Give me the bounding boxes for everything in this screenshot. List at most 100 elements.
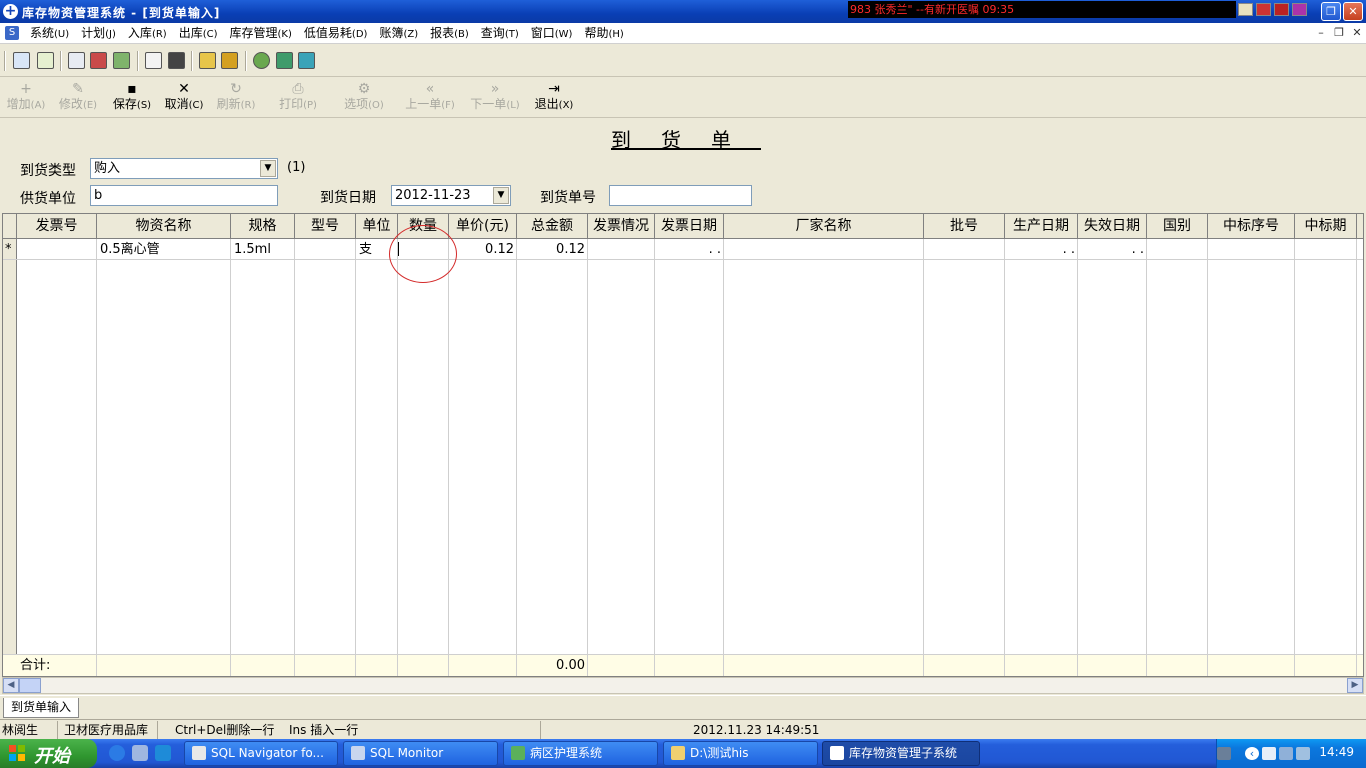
transfer-icon[interactable] (113, 52, 130, 69)
toolbar-button[interactable]: «上一单(F) (403, 81, 457, 115)
alert-icon[interactable] (1256, 3, 1271, 16)
column-header[interactable]: 失效日期 (1078, 214, 1147, 239)
table-cell[interactable] (17, 240, 97, 260)
checklist-icon[interactable] (37, 52, 54, 69)
column-header[interactable]: 中标序号 (1208, 214, 1295, 239)
column-header[interactable]: 国别 (1147, 214, 1208, 239)
toolbar-button[interactable]: ↻ 刷新(R) (214, 81, 258, 115)
report-icon[interactable] (90, 52, 107, 69)
toolbar-button[interactable]: + 增加(A) (4, 81, 48, 115)
calculator-icon[interactable] (168, 52, 185, 69)
start-button[interactable]: 开始 (0, 739, 97, 768)
scroll-left-icon[interactable]: ◀ (3, 678, 19, 693)
mdi-minimize-button[interactable]: – (1314, 27, 1328, 40)
menu-item[interactable]: 低值易耗(D) (298, 23, 374, 44)
toolbar-button[interactable]: ✕ 取消(C) (162, 81, 206, 115)
table-cell[interactable]: 0.12 (517, 240, 588, 260)
network-icon[interactable] (1279, 747, 1293, 760)
menu-item[interactable]: 入库(R) (122, 23, 173, 44)
table-cell[interactable] (295, 240, 356, 260)
table-row[interactable]: * 0.5离心管 1.5ml 支 0.12 0.12. .. .. . (3, 240, 1363, 260)
menu-item[interactable]: 账簿(Z) (373, 23, 424, 44)
grid-icon[interactable] (298, 52, 315, 69)
keyboard-icon[interactable] (1217, 747, 1231, 760)
chevron-down-icon[interactable]: ▼ (260, 160, 276, 177)
arrival-number-field[interactable] (609, 185, 752, 206)
menu-item[interactable]: 系统(U) (24, 23, 75, 44)
column-header[interactable]: 总金额 (517, 214, 588, 239)
toolbar-button[interactable]: ⎙ 打印(P) (276, 81, 320, 115)
mail-icon[interactable] (1238, 3, 1253, 16)
scroll-thumb[interactable] (19, 678, 41, 693)
supplier-field[interactable]: b (90, 185, 278, 206)
column-header[interactable]: 发票号 (17, 214, 97, 239)
taskbar-task[interactable]: 库存物资管理子系统 (822, 741, 980, 766)
table-cell[interactable] (1147, 240, 1208, 260)
column-header[interactable]: 批号 (924, 214, 1005, 239)
tab-arrival-input[interactable]: 到货单输入 (3, 698, 79, 718)
taskbar-task[interactable]: 病区护理系统 (503, 741, 658, 766)
x-icon[interactable] (1292, 3, 1307, 16)
tray-expand-icon[interactable]: ‹ (1245, 747, 1259, 760)
document-icon[interactable] (68, 52, 85, 69)
volume-icon[interactable] (1296, 747, 1310, 760)
menu-item[interactable]: 出库(C) (173, 23, 224, 44)
menu-item[interactable]: 窗口(W) (525, 23, 579, 44)
menu-app-icon[interactable]: S (5, 26, 19, 40)
ie-icon[interactable] (109, 745, 125, 761)
toolbar-button[interactable]: » 下一单(L) (468, 81, 522, 115)
table-cell[interactable]: 1.5ml (231, 240, 295, 260)
close-button[interactable]: ✕ (1343, 2, 1363, 21)
login-icon[interactable] (13, 52, 30, 69)
book-icon[interactable] (276, 52, 293, 69)
table-cell[interactable] (724, 240, 924, 260)
mdi-close-button[interactable]: ✕ (1350, 27, 1364, 40)
column-header[interactable]: 发票情况 (588, 214, 655, 239)
table-cell[interactable] (924, 240, 1005, 260)
column-header[interactable]: 规格 (231, 214, 295, 239)
menu-item[interactable]: 库存管理(K) (224, 23, 298, 44)
column-header[interactable]: 单位 (356, 214, 398, 239)
taskbar-task[interactable]: SQL Monitor (343, 741, 498, 766)
column-header[interactable]: 厂家名称 (724, 214, 924, 239)
horizontal-scrollbar[interactable]: ◀ ▶ (2, 677, 1364, 694)
menu-item[interactable]: 报表(B) (424, 23, 475, 44)
printer-icon[interactable] (199, 52, 216, 69)
table-cell[interactable]: . . (1078, 240, 1147, 260)
table-cell[interactable] (588, 240, 655, 260)
table-cell[interactable]: 0.12 (449, 240, 517, 260)
mdi-restore-button[interactable]: ❐ (1332, 27, 1346, 40)
menu-item[interactable]: 帮助(H) (578, 23, 629, 44)
thermometer-icon[interactable] (221, 52, 238, 69)
column-header[interactable]: 生产日期 (1005, 214, 1078, 239)
magnifier-icon[interactable] (145, 52, 162, 69)
chevron-down-icon[interactable]: ▼ (493, 187, 509, 204)
column-header[interactable]: 发票日期 (655, 214, 724, 239)
taskbar-task[interactable]: D:\测试his (663, 741, 818, 766)
arrival-type-select[interactable]: 购入 ▼ (90, 158, 278, 179)
notification-ticker[interactable]: 983 张秀兰" --有新开医嘱 09:35 (848, 1, 1236, 18)
menu-item[interactable]: 计划(J) (75, 23, 122, 44)
column-header[interactable]: 单价(元) (449, 214, 517, 239)
column-header[interactable]: 中标期 (1295, 214, 1357, 239)
column-header[interactable]: 物资名称 (97, 214, 231, 239)
toolbar-button[interactable]: ▪ 保存(S) (110, 81, 154, 115)
arrival-date-picker[interactable]: 2012-11-23 ▼ (391, 185, 511, 206)
menu-item[interactable]: 查询(T) (475, 23, 525, 44)
mail-icon[interactable] (1262, 747, 1276, 760)
table-cell[interactable]: 0.5离心管 (97, 240, 231, 260)
desktop-icon[interactable] (155, 745, 171, 761)
shield-icon[interactable] (1274, 3, 1289, 16)
taskbar-task[interactable]: SQL Navigator fo... (184, 741, 338, 766)
table-cell[interactable]: . . (1005, 240, 1078, 260)
toolbar-button[interactable]: ✎ 修改(E) (56, 81, 100, 115)
table-cell[interactable]: . . (655, 240, 724, 260)
table-cell[interactable] (1208, 240, 1295, 260)
minus-circle-icon[interactable] (253, 52, 270, 69)
table-cell[interactable] (1295, 240, 1357, 260)
scroll-right-icon[interactable]: ▶ (1347, 678, 1363, 693)
toolbar-button[interactable]: ⚙ 选项(O) (342, 81, 386, 115)
media-icon[interactable] (132, 745, 148, 761)
column-header[interactable]: 型号 (295, 214, 356, 239)
toolbar-button[interactable]: ⇥ 退出(X) (532, 81, 576, 115)
